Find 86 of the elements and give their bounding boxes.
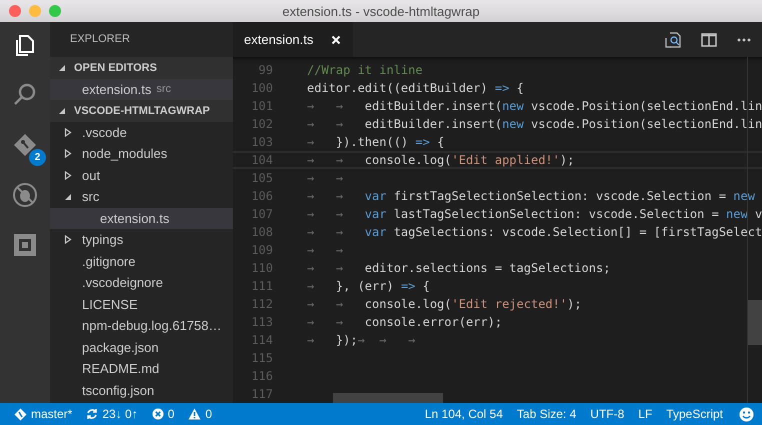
status-text[interactable]: 0 — [205, 407, 212, 421]
horizontal-scrollbar[interactable] — [333, 393, 443, 403]
tree-item[interactable]: .vscodeignore — [50, 272, 233, 294]
chevron-icon — [58, 64, 66, 72]
line-number: 100 — [250, 80, 273, 97]
line-number: 102 — [250, 116, 273, 133]
chevron-icon — [64, 170, 72, 180]
status-item[interactable]: Tab Size: 4 — [516, 407, 576, 421]
line-number: 103 — [250, 134, 273, 151]
sidebar-title: EXPLORER — [69, 32, 131, 47]
section-header[interactable]: VSCODE-HTMLTAGWRAP — [50, 100, 233, 122]
code-line: → → console.error(err); — [307, 314, 502, 331]
code-line: → → var firstTagSelectionSelection: vscode.Selection = new — [307, 188, 755, 205]
branch-icon[interactable] — [14, 408, 27, 420]
tree-item[interactable]: node_modules — [50, 143, 233, 164]
code-line: //Wrap it inline — [307, 62, 423, 79]
section-header[interactable]: OPEN EDITORS — [50, 57, 233, 78]
editor-tab[interactable]: extension.ts — [233, 22, 354, 57]
line-number: 107 — [250, 206, 273, 223]
tree-item[interactable]: tsconfig.json — [50, 380, 233, 401]
tree-item[interactable]: .vscode — [50, 122, 233, 143]
open-editor-item[interactable]: extension.ts src — [50, 78, 233, 100]
line-number: 112 — [250, 296, 273, 313]
window-title: extension.ts - vscode-htmltagwrap — [282, 4, 480, 18]
line-number: 106 — [250, 188, 273, 205]
status-item[interactable]: UTF-8 — [590, 407, 624, 421]
git-icon[interactable] — [12, 132, 38, 158]
tree-item[interactable]: .gitignore — [50, 250, 233, 272]
tree-item[interactable]: LICENSE — [50, 294, 233, 315]
debug-icon[interactable] — [12, 182, 38, 208]
line-number: 114 — [250, 332, 273, 349]
chevron-icon — [64, 128, 72, 137]
chevron-icon — [58, 106, 66, 115]
code-line: → → editor.selections = tagSelections; — [307, 260, 610, 277]
count-badge: 2 — [29, 149, 46, 166]
tree-item[interactable]: extension.ts — [50, 208, 233, 229]
line-number: 113 — [250, 314, 273, 331]
tree-item[interactable]: README.md — [50, 358, 233, 380]
code-line: → }).then(() => { — [307, 134, 444, 151]
line-number: 104 — [250, 152, 273, 169]
chevron-icon — [64, 192, 72, 201]
warning-icon[interactable] — [188, 408, 202, 420]
line-number: 111 — [250, 278, 273, 295]
status-item[interactable]: LF — [638, 407, 652, 421]
code-line: → → var tagSelections: vscode.Selection[] = [firstTagSelect — [307, 224, 762, 241]
code-line: → → var lastTagSelectionSelection: vscode.Selection = new v — [307, 206, 762, 223]
split-editor-icon[interactable] — [701, 32, 717, 46]
status-text[interactable]: 0 — [168, 407, 174, 421]
code-line: → → — [307, 242, 344, 259]
tree-item[interactable]: out — [50, 164, 233, 186]
tree-item[interactable]: typings — [50, 229, 233, 250]
error-icon[interactable] — [152, 408, 164, 420]
tree-item[interactable]: npm-debug.log.61758… — [50, 315, 233, 336]
code-line: → }, (err) => { — [307, 278, 430, 295]
tree-item[interactable]: src — [50, 186, 233, 208]
smiley-icon[interactable] — [739, 406, 754, 422]
status-text[interactable]: master* — [31, 407, 72, 421]
code-line: → });→ → → — [307, 332, 416, 349]
vertical-scrollbar[interactable] — [748, 300, 762, 345]
code-line: → → console.log('Edit applied!'); — [307, 152, 574, 169]
code-line: → → editBuilder.insert(new vscode.Position(selectionEnd.lin — [307, 116, 762, 133]
line-number: 109 — [250, 242, 273, 259]
line-number: 116 — [250, 368, 273, 385]
chevron-icon — [64, 235, 72, 244]
status-text[interactable]: 23↓ 0↑ — [102, 407, 138, 421]
status-item[interactable]: TypeScript — [666, 407, 723, 421]
line-number: 110 — [250, 260, 273, 277]
close-icon[interactable] — [331, 34, 342, 44]
close-button[interactable] — [9, 5, 21, 17]
code-line: → → console.log('Edit rejected!'); — [307, 296, 582, 313]
more-icon[interactable] — [737, 38, 751, 42]
line-number: 108 — [250, 224, 273, 241]
line-number: 115 — [250, 350, 273, 367]
tree-item[interactable]: package.json — [50, 336, 233, 358]
chevron-icon — [64, 149, 72, 158]
line-number: 105 — [250, 170, 273, 187]
line-number: 99 — [258, 62, 273, 79]
extensions-icon[interactable] — [12, 232, 38, 258]
preview-search-icon[interactable] — [665, 32, 681, 48]
line-number: 101 — [250, 98, 273, 115]
line-number: 117 — [250, 386, 273, 403]
code-line: editor.edit((editBuilder) => { — [307, 80, 524, 97]
status-item[interactable]: Ln 104, Col 54 — [424, 407, 503, 421]
code-line: → → editBuilder.insert(new vscode.Position(selectionEnd.lin — [307, 98, 762, 115]
sync-icon[interactable] — [86, 408, 98, 420]
code-line: → → — [307, 170, 344, 187]
